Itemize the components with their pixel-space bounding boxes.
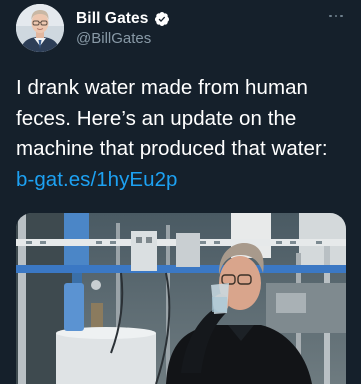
more-dot: [340, 14, 343, 18]
display-name[interactable]: Bill Gates: [76, 10, 149, 28]
verified-badge-icon: [154, 11, 170, 27]
avatar-image: [16, 4, 64, 52]
tweet-card[interactable]: Bill Gates @BillGates I drank water made…: [0, 0, 361, 384]
tweet-text-line: feces. Here’s an update on the: [16, 106, 297, 130]
more-options-button[interactable]: [326, 8, 346, 24]
tweet-media-photo[interactable]: [16, 213, 346, 384]
tweet-text-line: machine that produced that water:: [16, 137, 328, 160]
more-dot: [334, 14, 338, 18]
more-horizontal-icon: [329, 14, 332, 18]
photo-image: [16, 213, 346, 384]
avatar[interactable]: [16, 4, 64, 52]
tweet-text: I drank water made from human feces. Her…: [16, 73, 351, 195]
author-name-row[interactable]: Bill Gates: [76, 10, 170, 28]
tweet-text-line: I drank water made from human: [16, 76, 308, 99]
tweet-link[interactable]: b-gat.es/1hyEu2p: [16, 168, 178, 191]
user-handle[interactable]: @BillGates: [76, 30, 151, 47]
